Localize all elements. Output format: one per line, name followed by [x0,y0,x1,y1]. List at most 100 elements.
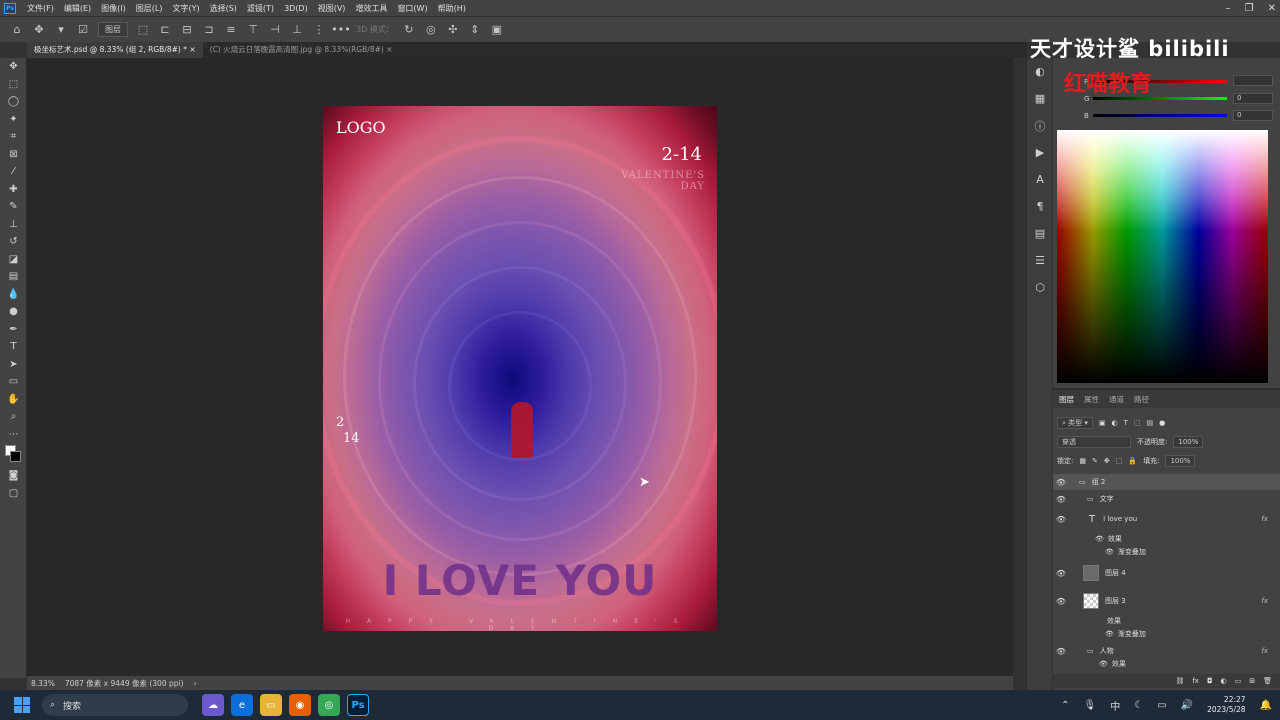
distribute-vertical-icon[interactable]: ⋮ [312,23,326,37]
align-right-icon[interactable]: ⊐ [202,23,216,37]
visibility-eye-icon[interactable]: 👁 [1095,535,1104,543]
add-style-icon[interactable]: fx [1192,677,1199,685]
new-group-icon[interactable]: ▭ [1235,677,1242,685]
character-panel-icon[interactable]: A [1027,166,1053,193]
volume-icon[interactable]: 🔊 [1181,700,1193,711]
filter-pixel-icon[interactable]: ▣ [1099,419,1106,427]
effects-row[interactable]: 👁 效果 [1053,658,1280,670]
visibility-eye-icon[interactable]: 👁 [1053,569,1069,578]
layer-filter-dropdown[interactable]: ⌕ 类型 ▾ [1057,417,1093,429]
effects-row[interactable]: 效果 [1053,615,1280,627]
dodge-tool-icon[interactable]: ● [0,303,27,321]
orbit-3d-icon[interactable]: ↻ [402,23,416,37]
effect-gradient-overlay-row[interactable]: 👁 渐变叠加 [1053,546,1280,558]
tab-document-2[interactable]: (C) 火烧云日落晚霞高清图.jpg @ 8.33%(RGB/8#) × [203,42,400,58]
adjustment-layer-icon[interactable]: ◐ [1221,677,1227,685]
blend-mode-dropdown[interactable]: 穿透 [1057,436,1131,448]
visibility-eye-icon[interactable]: 👁 [1099,660,1108,668]
layer-row-text-group[interactable]: 👁 ▭ 文字 [1053,491,1280,507]
microphone-icon[interactable]: 🎙 [1084,700,1097,711]
chevron-down-icon[interactable]: ▾ [54,23,68,37]
layer-row-layer3[interactable]: 👁 图层 3 fx [1053,590,1280,612]
delete-layer-icon[interactable]: 🗑 [1263,677,1272,685]
default-colors-icon[interactable] [0,443,27,467]
menu-image[interactable]: 图像(I) [96,3,131,14]
blue-slider[interactable] [1093,114,1227,117]
drag-3d-icon[interactable]: ✣ [446,23,460,37]
fx-icon[interactable]: fx [1261,647,1268,655]
frame-tool-icon[interactable]: ⊠ [0,146,27,164]
effect-gradient-overlay-row[interactable]: 👁 渐变叠加 [1053,628,1280,640]
tab-layers[interactable]: 图层 [1059,394,1074,405]
menu-help[interactable]: 帮助(H) [433,3,471,14]
tab-close-icon[interactable]: × [189,45,195,54]
effects-row[interactable]: 👁 效果 [1053,533,1280,545]
tab-document-active[interactable]: 极坐标艺术.psd @ 8.33% (组 2, RGB/8#) * × [27,42,203,58]
healing-brush-tool-icon[interactable]: ✚ [0,181,27,199]
notification-bell-icon[interactable]: 🔔 [1260,700,1272,711]
chrome-icon[interactable]: ◎ [318,694,340,716]
auto-select-checkbox-icon[interactable]: ☑ [76,23,90,37]
blue-value-field[interactable]: 0 [1233,110,1273,121]
zoom-tool-icon[interactable]: ⌕ [0,408,27,426]
filter-smart-object-icon[interactable]: ▤ [1147,419,1154,427]
visibility-eye-icon[interactable]: 👁 [1053,515,1069,524]
type-tool-icon[interactable]: T [0,338,27,356]
copilot-app-icon[interactable]: ☁ [202,694,224,716]
ime-indicator[interactable]: 中 [1110,698,1120,713]
marquee-tool-icon[interactable]: ⬚ [0,76,27,94]
visibility-eye-icon[interactable]: 👁 [1053,597,1069,606]
gradient-tool-icon[interactable]: ▤ [0,268,27,286]
red-value-field[interactable] [1233,75,1273,86]
magic-wand-tool-icon[interactable]: ✦ [0,111,27,129]
edge-browser-icon[interactable]: e [231,694,253,716]
align-center-icon[interactable]: ⊟ [180,23,194,37]
layer-row-layer4[interactable]: 👁 图层 4 [1053,562,1280,584]
minimize-icon[interactable]: – [1226,3,1231,14]
layer-row-person-group[interactable]: 👁 ▭ 人物 fx [1053,643,1280,659]
3d-panel-icon[interactable]: ⬡ [1027,274,1053,301]
opacity-field[interactable]: 100% [1173,436,1204,448]
pen-tool-icon[interactable]: ✒ [0,321,27,339]
menu-edit[interactable]: 编辑(E) [59,3,96,14]
more-options-icon[interactable]: ••• [331,23,350,37]
screen-mode-icon[interactable]: ▢ [0,485,27,503]
brush-tool-icon[interactable]: ✎ [0,198,27,216]
more-tools-icon[interactable]: ⋯ [0,426,27,444]
distribute-icon[interactable]: ≡ [224,23,238,37]
align-bottom-icon[interactable]: ⊥ [290,23,304,37]
fx-icon[interactable]: fx [1261,597,1268,605]
firefox-icon[interactable]: ◉ [289,694,311,716]
rectangle-tool-icon[interactable]: ▭ [0,373,27,391]
menu-plugins[interactable]: 增效工具 [350,3,392,14]
menu-window[interactable]: 窗口(W) [392,3,432,14]
visibility-eye-icon[interactable]: 👁 [1053,647,1069,656]
home-icon[interactable]: ⌂ [10,23,24,37]
paragraph-panel-icon[interactable]: ¶ [1027,193,1053,220]
move-tool-icon[interactable]: ✥ [32,23,46,37]
move-tool-icon[interactable]: ✥ [0,58,27,76]
restore-icon[interactable]: ❐ [1245,3,1254,14]
swatches-panel-icon[interactable]: ▦ [1027,85,1053,112]
close-icon[interactable]: ✕ [1268,3,1276,14]
eraser-tool-icon[interactable]: ◪ [0,251,27,269]
lock-transparent-icon[interactable]: ▦ [1079,457,1086,465]
tab-channels[interactable]: 通道 [1109,394,1124,405]
taskbar-clock[interactable]: 22:27 2023/5/28 [1207,695,1245,715]
slide-3d-icon[interactable]: ⇕ [468,23,482,37]
green-value-field[interactable]: 0 [1233,93,1273,104]
photoshop-logo-icon[interactable]: Ps [4,2,16,14]
status-arrow-icon[interactable]: › [194,679,197,688]
layer-row-group2[interactable]: 👁 ▭ 组 2 [1053,474,1280,490]
visibility-eye-icon[interactable]: 👁 [1053,478,1069,487]
transform-controls-icon[interactable]: ⬚ [136,23,150,37]
taskbar-search[interactable]: ⌕ 搜索 [42,694,188,716]
background-color-swatch[interactable] [10,451,21,462]
menu-filter[interactable]: 滤镜(T) [242,3,279,14]
menu-view[interactable]: 视图(V) [313,3,351,14]
actions-panel-icon[interactable]: ▶ [1027,139,1053,166]
poster-artwork[interactable]: LOGO 2-14 VALENTINE'S DAY 2 14 I LOVE YO… [323,106,717,631]
visibility-eye-icon[interactable]: 👁 [1053,495,1069,504]
tab-paths[interactable]: 路径 [1134,394,1149,405]
align-middle-icon[interactable]: ⊣ [268,23,282,37]
